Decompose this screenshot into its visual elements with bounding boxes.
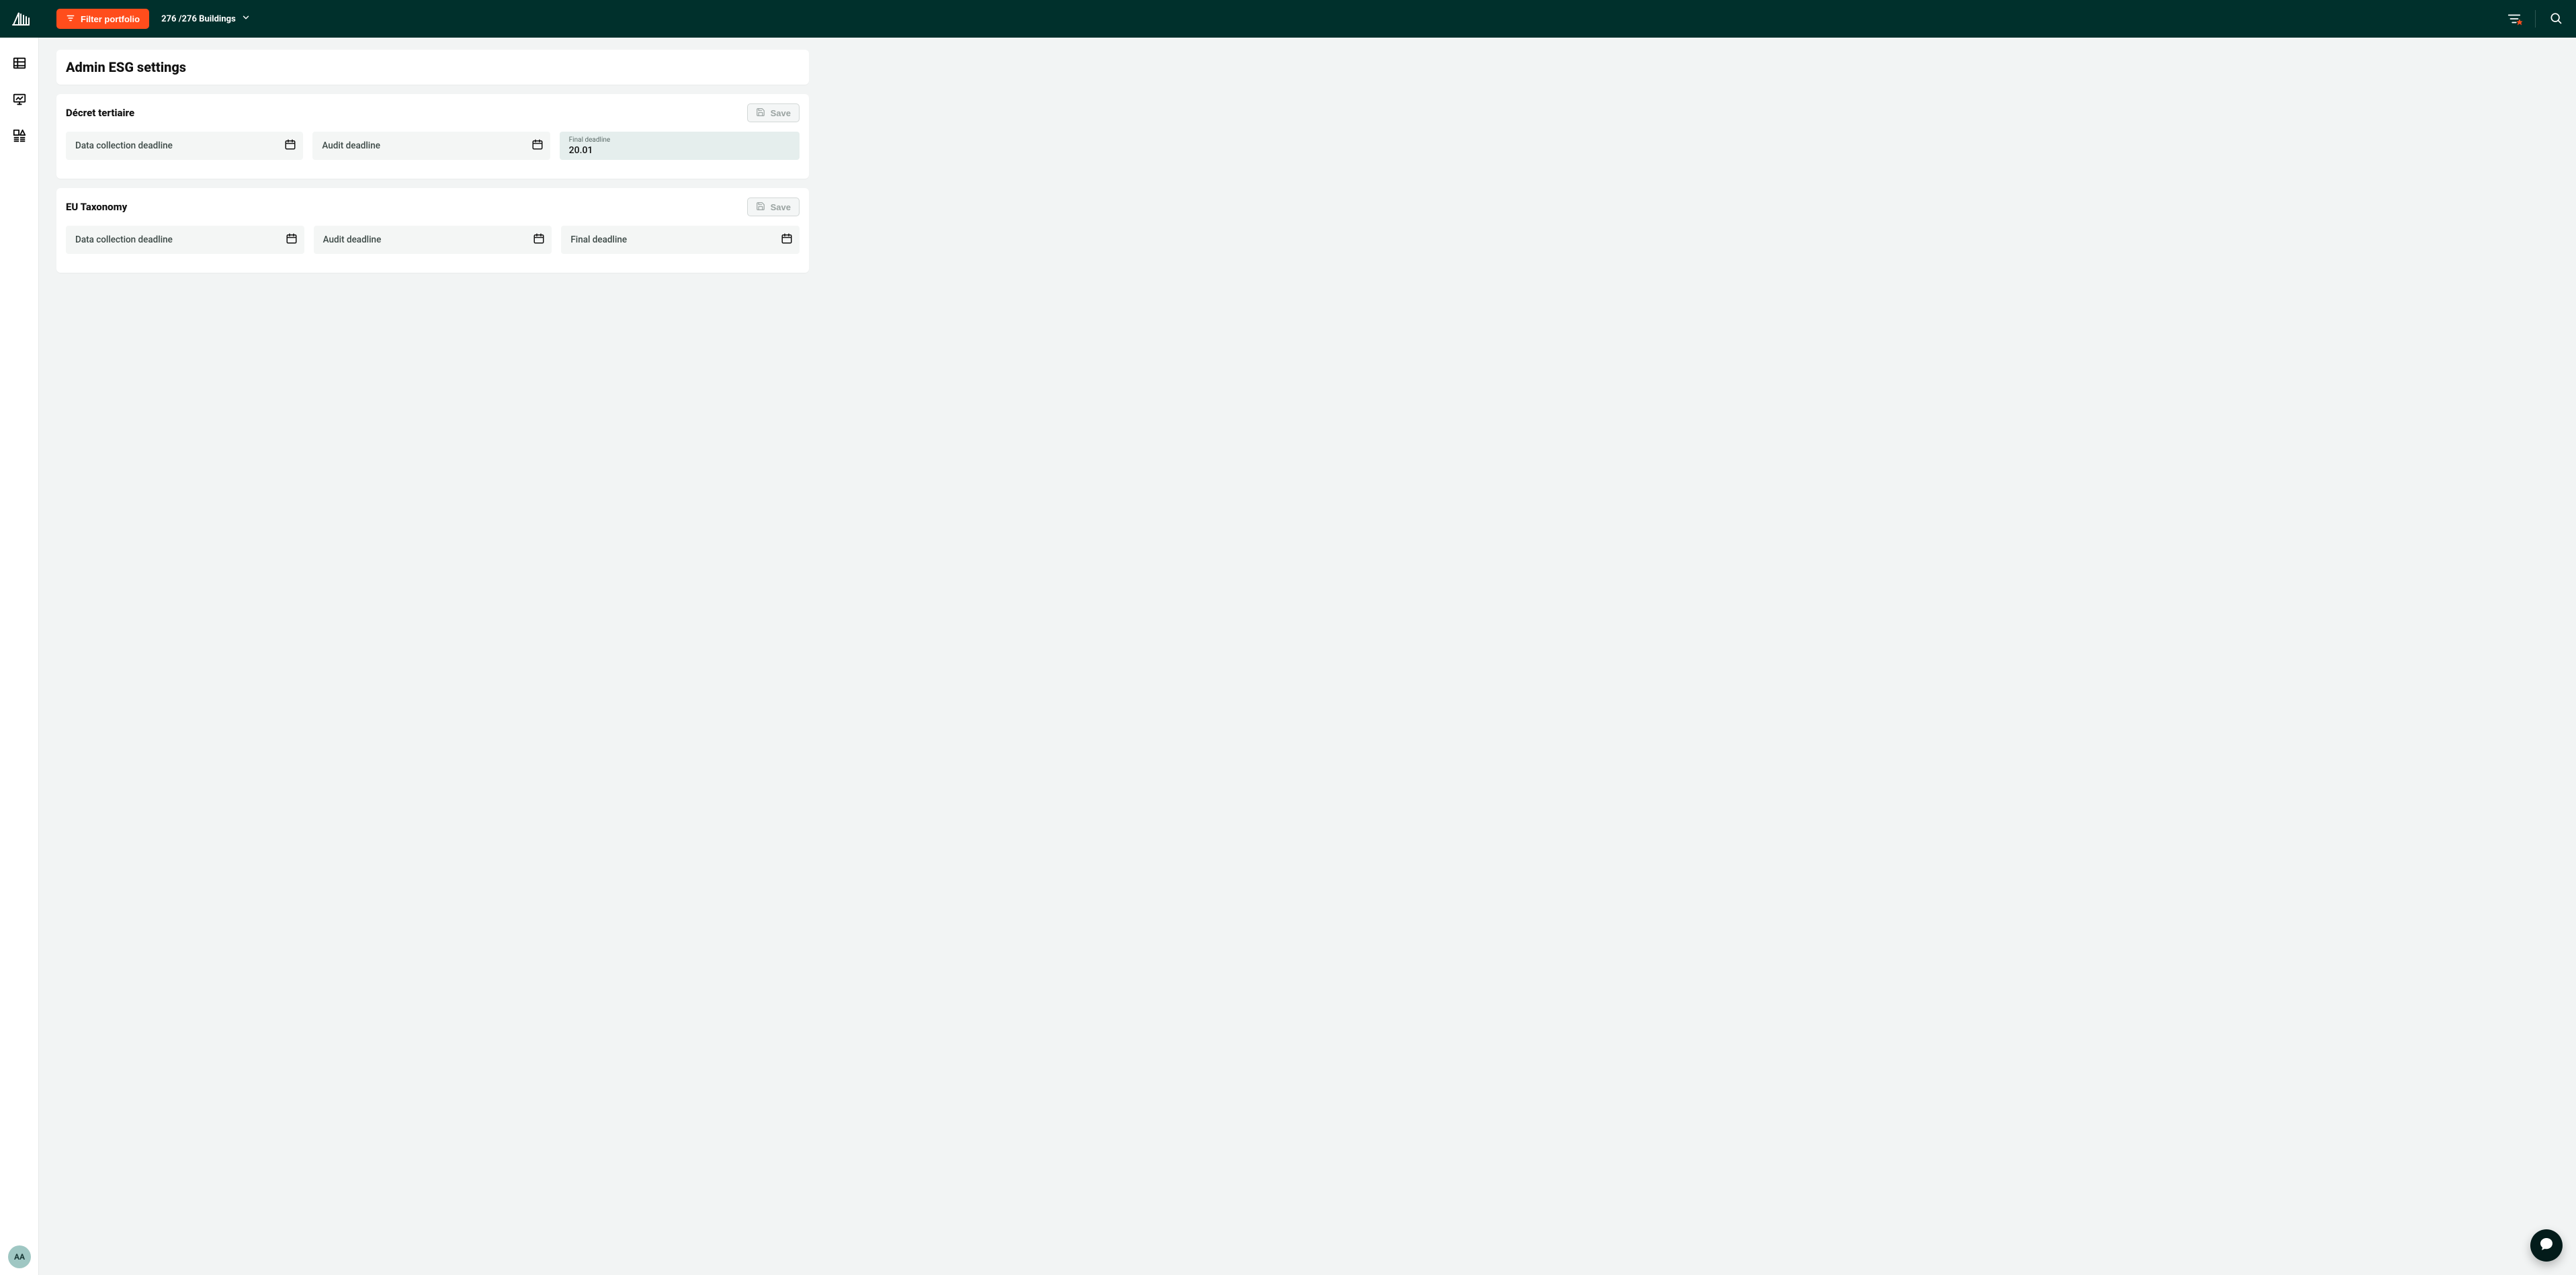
save-icon	[756, 202, 765, 213]
audit-deadline-field[interactable]: Audit deadline	[312, 132, 550, 160]
saved-filters-button[interactable]	[2504, 9, 2524, 29]
save-button[interactable]: Save	[747, 103, 800, 122]
monitor-icon	[12, 92, 27, 109]
section-decret-tertiaire: Décret tertiaire Save	[56, 94, 809, 179]
section-title: Décret tertiaire	[66, 107, 134, 119]
save-button-label: Save	[771, 202, 791, 212]
shapes-icon	[12, 128, 27, 146]
table-icon	[12, 56, 27, 73]
final-deadline-field[interactable]: Final deadline 20.01	[560, 132, 800, 160]
topbar: Filter portfolio 276 /276 Buildings	[0, 0, 2576, 38]
nav-item-shapes[interactable]	[9, 126, 30, 148]
portfolio-count-text: 276 /276 Buildings	[161, 14, 236, 24]
chevron-down-icon	[241, 13, 251, 25]
data-collection-deadline-field[interactable]: Data collection deadline	[66, 226, 304, 254]
section-title: EU Taxonomy	[66, 201, 127, 213]
filter-portfolio-button[interactable]: Filter portfolio	[56, 9, 149, 29]
field-label: Data collection deadline	[75, 234, 173, 245]
nav-item-monitor[interactable]	[9, 90, 30, 112]
calendar-icon	[531, 138, 544, 153]
field-label: Audit deadline	[323, 234, 382, 245]
left-nav-rail: AA	[0, 38, 39, 1275]
topbar-right	[2504, 9, 2565, 30]
save-button-label: Save	[771, 108, 791, 118]
save-icon	[756, 107, 765, 119]
filter-portfolio-label: Filter portfolio	[81, 14, 140, 24]
data-collection-deadline-field[interactable]: Data collection deadline	[66, 132, 303, 160]
main-content: Admin ESG settings Décret tertiaire	[39, 38, 2576, 1275]
field-label: Final deadline	[569, 137, 611, 144]
chat-icon	[2538, 1236, 2554, 1255]
star-icon	[2516, 17, 2523, 28]
audit-deadline-field[interactable]: Audit deadline	[314, 226, 552, 254]
search-icon	[2549, 11, 2563, 27]
field-label: Final deadline	[570, 234, 627, 245]
search-button[interactable]	[2546, 9, 2565, 30]
section-eu-taxonomy: EU Taxonomy Save D	[56, 188, 809, 273]
user-avatar[interactable]: AA	[8, 1245, 31, 1268]
calendar-icon	[284, 138, 296, 153]
field-value: 20.01	[569, 146, 593, 155]
calendar-icon	[781, 232, 793, 247]
page-title: Admin ESG settings	[66, 59, 800, 75]
calendar-icon	[286, 232, 298, 247]
page-title-card: Admin ESG settings	[56, 50, 809, 85]
save-button[interactable]: Save	[747, 197, 800, 216]
chat-fab[interactable]	[2530, 1229, 2563, 1262]
portfolio-count-dropdown[interactable]: 276 /276 Buildings	[161, 13, 251, 25]
final-deadline-field[interactable]: Final deadline	[561, 226, 800, 254]
field-label: Audit deadline	[322, 140, 380, 151]
avatar-initials: AA	[14, 1252, 25, 1262]
topbar-divider	[2535, 10, 2536, 28]
nav-item-table[interactable]	[9, 54, 30, 75]
app-logo[interactable]	[9, 7, 32, 30]
field-label: Data collection deadline	[75, 140, 173, 151]
filter-icon	[66, 13, 75, 25]
calendar-icon	[533, 232, 545, 247]
